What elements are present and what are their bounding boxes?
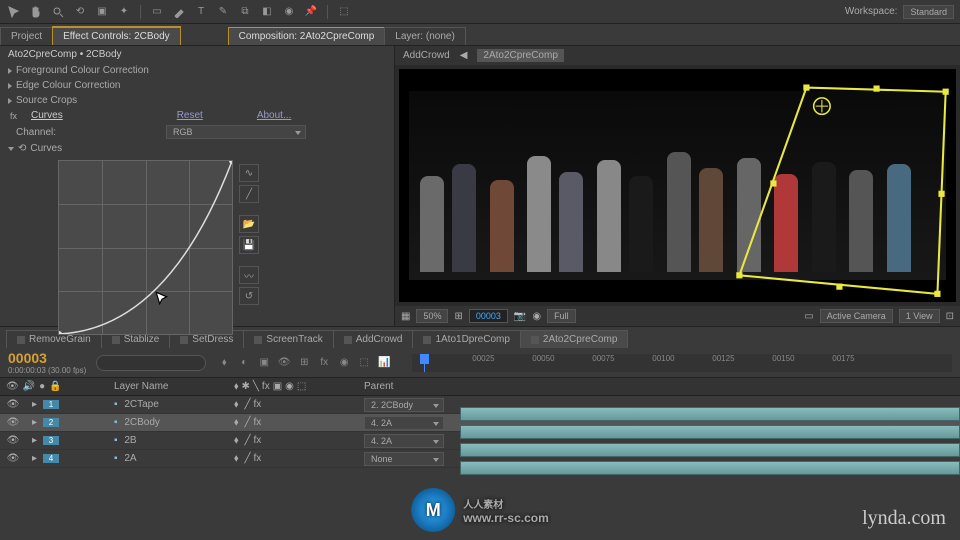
workspace-label: Workspace:: [845, 6, 898, 17]
lynda-watermark: lynda.com: [862, 507, 946, 530]
snapshot-icon[interactable]: 📷: [514, 311, 526, 322]
pixel-aspect-icon[interactable]: ⊡: [946, 311, 954, 322]
grid-icon[interactable]: ▦: [401, 311, 410, 322]
frame-field[interactable]: 00003: [469, 309, 508, 323]
main-toolbar: ⟲ ▣ ✦ ▭ T ✎ ⧉ ◧ ◉ 📌 ⬚ Workspace: Standar…: [0, 0, 960, 24]
curve-save-icon[interactable]: 💾: [239, 236, 259, 254]
rotate-tool-icon[interactable]: ⟲: [72, 4, 88, 20]
curve-smooth-icon[interactable]: 〰: [239, 266, 259, 284]
curves-graph[interactable]: [58, 160, 233, 335]
effect-controls-tab[interactable]: Effect Controls: 2CBody: [52, 27, 181, 45]
shape-tool-icon[interactable]: ▭: [149, 4, 165, 20]
tl-icon[interactable]: fx: [316, 355, 332, 371]
effect-item[interactable]: Foreground Colour Correction: [4, 63, 390, 78]
selection-tool-icon[interactable]: [6, 4, 22, 20]
tl-icon[interactable]: ⬧: [216, 355, 232, 371]
workspace-dropdown[interactable]: Standard: [903, 5, 954, 19]
effect-item[interactable]: Source Crops: [4, 93, 390, 108]
graph-editor-icon[interactable]: 📊: [376, 355, 392, 371]
timeline-search[interactable]: [96, 355, 206, 371]
timeline-layer-row[interactable]: 👁▸1 ▪ 2CTape ⬧╱fx 2. 2CBody: [0, 396, 960, 414]
timecode[interactable]: 00003: [8, 350, 86, 366]
reset-link[interactable]: Reset: [177, 110, 203, 121]
nav-item[interactable]: AddCrowd: [403, 50, 450, 61]
zoom-dropdown[interactable]: 50%: [416, 309, 448, 323]
camera-dropdown[interactable]: Active Camera: [820, 309, 893, 323]
comp-mini-nav: AddCrowd ◀ 2Ato2CpreComp: [395, 46, 960, 65]
curves-effect-header[interactable]: fx Curves Reset About...: [4, 108, 390, 123]
zoom-tool-icon[interactable]: [50, 4, 66, 20]
timeline-tab[interactable]: 1Ato1DpreComp: [412, 330, 520, 348]
timeline-tab[interactable]: 2Ato2CpreComp: [520, 330, 628, 348]
project-tab[interactable]: Project: [0, 27, 53, 45]
text-tool-icon[interactable]: T: [193, 4, 209, 20]
shy-icon[interactable]: 👁: [276, 355, 292, 371]
timeline-columns: 👁🔊●🔒 Layer Name ⬧✱╲fx▣◉⬚ Parent: [0, 378, 960, 396]
layer-tab[interactable]: Layer: (none): [384, 27, 465, 45]
composition-viewer[interactable]: [399, 69, 956, 302]
roto-tool-icon[interactable]: ◉: [281, 4, 297, 20]
camera-tool-icon[interactable]: ▣: [94, 4, 110, 20]
playhead[interactable]: [424, 354, 425, 372]
pen-tool-icon[interactable]: [171, 4, 187, 20]
brush-tool-icon[interactable]: ✎: [215, 4, 231, 20]
tl-icon[interactable]: ◐: [236, 355, 252, 371]
views-dropdown[interactable]: 1 View: [899, 309, 940, 323]
puppet-tool-icon[interactable]: 📌: [303, 4, 319, 20]
channel-dropdown[interactable]: RGB: [166, 125, 306, 139]
motion-blur-icon[interactable]: ◉: [336, 355, 352, 371]
tl-icon[interactable]: ⬚: [356, 355, 372, 371]
composition-tab[interactable]: Composition: 2Ato2CpreComp: [228, 27, 386, 45]
curve-bezier-icon[interactable]: ∿: [239, 164, 259, 182]
clone-tool-icon[interactable]: ⧉: [237, 4, 253, 20]
effect-controls-panel: Ato2CpreComp • 2CBody Foreground Colour …: [0, 46, 395, 326]
res-icon[interactable]: ⊞: [454, 311, 462, 322]
timeline-tab[interactable]: AddCrowd: [333, 330, 414, 348]
curves-subprop[interactable]: ⟲Curves: [4, 141, 390, 156]
view-icon[interactable]: ▭: [804, 311, 813, 322]
viewer-toolbar: ▦ 50% ⊞ 00003 📷 ◉ Full ▭ Active Camera 1…: [395, 306, 960, 326]
anchor-tool-icon[interactable]: ✦: [116, 4, 132, 20]
timecode-sub: 0:00:00:03 (30.00 fps): [8, 366, 86, 375]
quality-dropdown[interactable]: Full: [547, 309, 576, 323]
curve-linear-icon[interactable]: ╱: [239, 185, 259, 203]
channel-icon[interactable]: ◉: [532, 311, 541, 322]
effect-breadcrumb: Ato2CpreComp • 2CBody: [0, 46, 394, 63]
snap-icon[interactable]: ⬚: [336, 4, 352, 20]
about-link[interactable]: About...: [257, 110, 291, 121]
panel-tabbar: Project Effect Controls: 2CBody Composit…: [0, 24, 960, 46]
timeline-tab[interactable]: ScreenTrack: [243, 330, 333, 348]
tl-icon[interactable]: ⊞: [296, 355, 312, 371]
eraser-tool-icon[interactable]: ◧: [259, 4, 275, 20]
watermark: M 人人素材 www.rr-sc.com: [411, 488, 549, 532]
composition-panel: AddCrowd ◀ 2Ato2CpreComp: [395, 46, 960, 326]
tl-icon[interactable]: ▣: [256, 355, 272, 371]
channel-label: Channel:: [16, 127, 56, 138]
nav-item[interactable]: 2Ato2CpreComp: [477, 49, 563, 62]
hand-tool-icon[interactable]: [28, 4, 44, 20]
watermark-logo-icon: M: [411, 488, 455, 532]
curve-reset-icon[interactable]: ↺: [239, 287, 259, 305]
effect-item[interactable]: Edge Colour Correction: [4, 78, 390, 93]
curve-tools: ∿ ╱ 📂 💾 〰 ↺: [239, 160, 259, 335]
curve-open-icon[interactable]: 📂: [239, 215, 259, 233]
